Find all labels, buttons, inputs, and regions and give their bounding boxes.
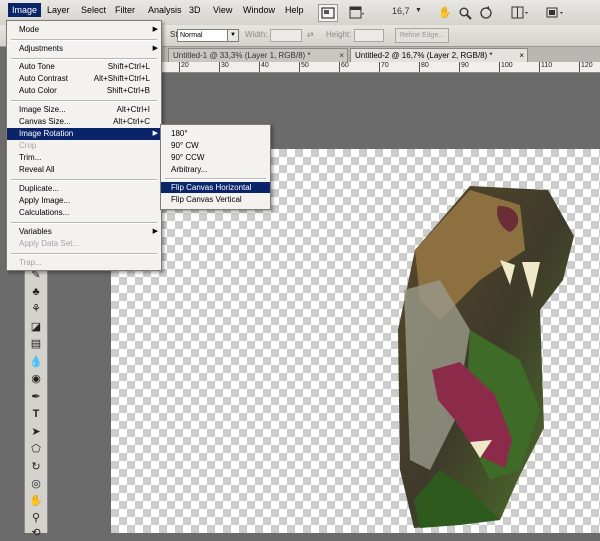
menu-separator bbox=[11, 100, 157, 102]
menu-item-duplicate[interactable]: Duplicate... bbox=[7, 183, 161, 195]
eraser-icon[interactable]: ◪ bbox=[28, 319, 44, 335]
3d-orbit-icon[interactable]: ◎ bbox=[28, 476, 44, 492]
menu-item-label: Duplicate... bbox=[19, 184, 60, 193]
submenu-item-180[interactable]: 180° bbox=[161, 128, 270, 139]
menu-item-shortcut: Alt+Ctrl+I bbox=[116, 105, 150, 114]
menu-item-canvas-size[interactable]: Canvas Size... Alt+Ctrl+C bbox=[7, 116, 161, 128]
submenu-arrow-icon: ▶ bbox=[152, 228, 158, 235]
menu-item-label: Arbitrary... bbox=[171, 165, 208, 174]
menu-item-label: 180° bbox=[171, 129, 188, 138]
menu-item-label: Flip Canvas Vertical bbox=[171, 195, 242, 204]
menu-item-apply-image[interactable]: Apply Image... bbox=[7, 195, 161, 207]
submenu-arrow-icon: ▶ bbox=[152, 45, 158, 52]
menu-item-label: Auto Tone bbox=[19, 62, 55, 71]
dodge-icon[interactable]: ◉ bbox=[28, 371, 44, 387]
gradient-icon[interactable]: ▤ bbox=[28, 336, 44, 352]
menu-item-label: Auto Contrast bbox=[19, 74, 68, 83]
menu-item-label: 90° CW bbox=[171, 141, 199, 150]
menu-separator bbox=[11, 179, 157, 181]
menu-item-label: Image Size... bbox=[19, 105, 66, 114]
blur-icon[interactable]: 💧 bbox=[28, 354, 44, 370]
zoom-tool-icon[interactable]: ⚲ bbox=[28, 510, 44, 526]
menu-item-mode[interactable]: Mode ▶ bbox=[7, 24, 161, 36]
submenu-item-90-ccw[interactable]: 90° CCW bbox=[161, 152, 270, 163]
menu-item-label: Calculations... bbox=[19, 208, 70, 217]
history-brush-icon[interactable]: ⚘ bbox=[28, 301, 44, 317]
stamp-icon[interactable]: ♣ bbox=[28, 284, 44, 300]
menu-item-shortcut: Shift+Ctrl+L bbox=[107, 62, 150, 71]
submenu-item-flip-canvas-horizontal[interactable]: Flip Canvas Horizontal bbox=[161, 182, 270, 193]
menu-item-calculations[interactable]: Calculations... bbox=[7, 207, 161, 219]
hand-tool-icon[interactable]: ✋ bbox=[28, 493, 44, 509]
submenu-arrow-icon: ▶ bbox=[152, 130, 158, 137]
menu-item-label: Trap... bbox=[19, 258, 42, 267]
menu-separator bbox=[11, 58, 157, 60]
menu-separator bbox=[11, 39, 157, 41]
menu-item-adjustments[interactable]: Adjustments ▶ bbox=[7, 43, 161, 55]
menu-separator bbox=[11, 253, 157, 255]
menu-item-shortcut: Alt+Ctrl+C bbox=[113, 117, 150, 126]
image-menu: Mode ▶ Adjustments ▶ Auto Tone Shift+Ctr… bbox=[6, 20, 162, 271]
tools-panel: ✎ ♣ ⚘ ◪ ▤ 💧 ◉ ✒ T ➤ ⬠ ↻ ◎ ✋ ⚲ ⟲ bbox=[24, 263, 48, 539]
rotate-tool-icon[interactable]: ⟲ bbox=[28, 525, 44, 541]
path-select-icon[interactable]: ➤ bbox=[28, 424, 44, 440]
menu-item-label: 90° CCW bbox=[171, 153, 205, 162]
menu-item-image-size[interactable]: Image Size... Alt+Ctrl+I bbox=[7, 104, 161, 116]
submenu-item-arbitrary[interactable]: Arbitrary... bbox=[161, 164, 270, 175]
menu-item-label: Reveal All bbox=[19, 165, 55, 174]
menu-item-shortcut: Shift+Ctrl+B bbox=[106, 86, 150, 95]
submenu-item-flip-canvas-vertical[interactable]: Flip Canvas Vertical bbox=[161, 194, 270, 205]
submenu-item-90-cw[interactable]: 90° CW bbox=[161, 140, 270, 151]
menu-item-variables[interactable]: Variables ▶ bbox=[7, 226, 161, 238]
menu-item-label: Canvas Size... bbox=[19, 117, 71, 126]
menu-item-reveal-all[interactable]: Reveal All bbox=[7, 164, 161, 176]
menu-item-label: Auto Color bbox=[19, 86, 57, 95]
menu-item-shortcut: Alt+Shift+Ctrl+L bbox=[93, 74, 150, 83]
menu-item-trim[interactable]: Trim... bbox=[7, 152, 161, 164]
pen-icon[interactable]: ✒ bbox=[28, 389, 44, 405]
menu-item-label: Mode bbox=[19, 25, 40, 34]
menu-item-crop[interactable]: Crop bbox=[7, 140, 161, 152]
menu-item-label: Flip Canvas Horizontal bbox=[171, 183, 252, 192]
menu-item-apply-data-set[interactable]: Apply Data Set... bbox=[7, 238, 161, 250]
menu-separator bbox=[165, 178, 266, 180]
menu-item-label: Image Rotation bbox=[19, 129, 74, 138]
type-icon[interactable]: T bbox=[28, 406, 44, 422]
menu-item-label: Apply Data Set... bbox=[19, 239, 80, 248]
menu-separator bbox=[11, 222, 157, 224]
menu-item-label: Variables bbox=[19, 227, 52, 236]
image-rotation-submenu: 180° 90° CW 90° CCW Arbitrary... Flip Ca… bbox=[160, 124, 271, 210]
menu-item-label: Trim... bbox=[19, 153, 42, 162]
menu-item-label: Adjustments bbox=[19, 44, 64, 53]
menu-item-image-rotation[interactable]: Image Rotation ▶ bbox=[7, 128, 161, 140]
shape-icon[interactable]: ⬠ bbox=[28, 441, 44, 457]
3d-rotate-icon[interactable]: ↻ bbox=[28, 459, 44, 475]
menu-item-label: Apply Image... bbox=[19, 196, 71, 205]
menu-item-auto-color[interactable]: Auto Color Shift+Ctrl+B bbox=[7, 85, 161, 97]
menu-item-auto-contrast[interactable]: Auto Contrast Alt+Shift+Ctrl+L bbox=[7, 73, 161, 85]
submenu-arrow-icon: ▶ bbox=[152, 26, 158, 33]
menu-item-label: Crop bbox=[19, 141, 37, 150]
menu-item-trap[interactable]: Trap... bbox=[7, 257, 161, 269]
menu-item-auto-tone[interactable]: Auto Tone Shift+Ctrl+L bbox=[7, 61, 161, 73]
